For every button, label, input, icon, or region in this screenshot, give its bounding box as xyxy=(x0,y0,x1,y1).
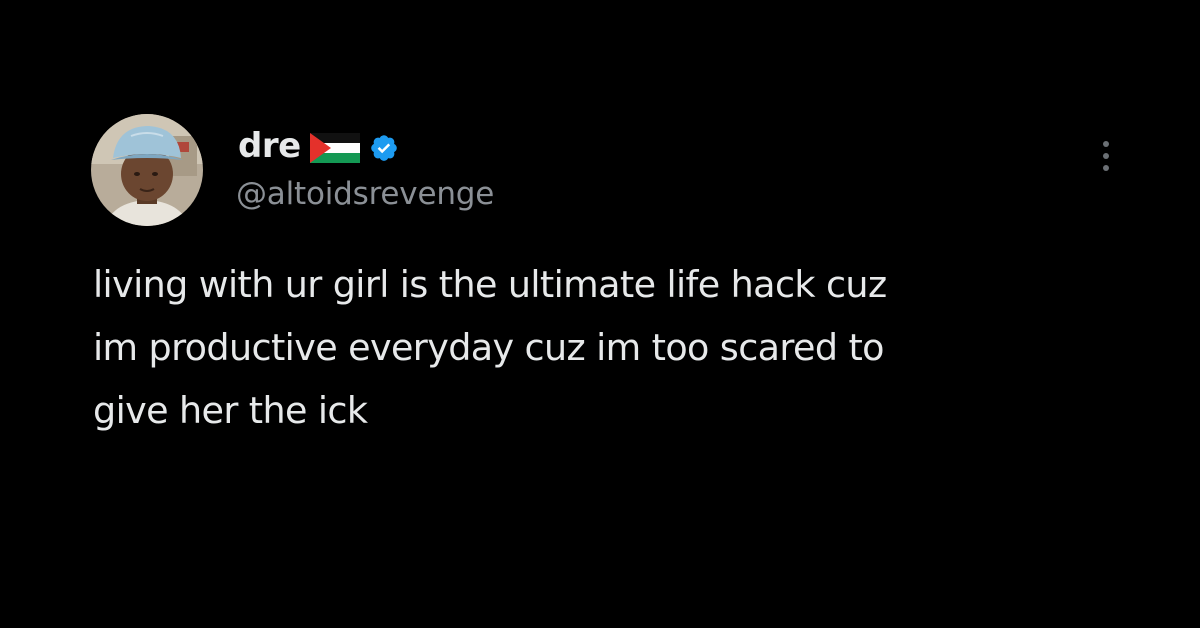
more-vertical-icon xyxy=(1103,141,1109,171)
tweet-text-line: living with ur girl is the ultimate life… xyxy=(93,263,887,306)
verified-badge-icon xyxy=(370,134,397,161)
tweet-card: dre @altoidsrevenge living with ur girl … xyxy=(0,0,1200,628)
tweet-text-line: im productive everyday cuz im too scared… xyxy=(93,326,885,369)
display-name[interactable]: dre xyxy=(238,126,301,166)
user-avatar-icon xyxy=(91,114,203,226)
more-options-button[interactable] xyxy=(1092,136,1120,180)
author-name-row: dre xyxy=(238,124,399,168)
author-handle[interactable]: @altoidsrevenge xyxy=(236,176,494,212)
avatar[interactable] xyxy=(91,114,203,226)
tweet-text-line: give her the ick xyxy=(93,389,368,432)
tweet-text: living with ur girl is the ultimate life… xyxy=(93,253,1133,442)
palestine-flag-icon xyxy=(309,133,360,163)
